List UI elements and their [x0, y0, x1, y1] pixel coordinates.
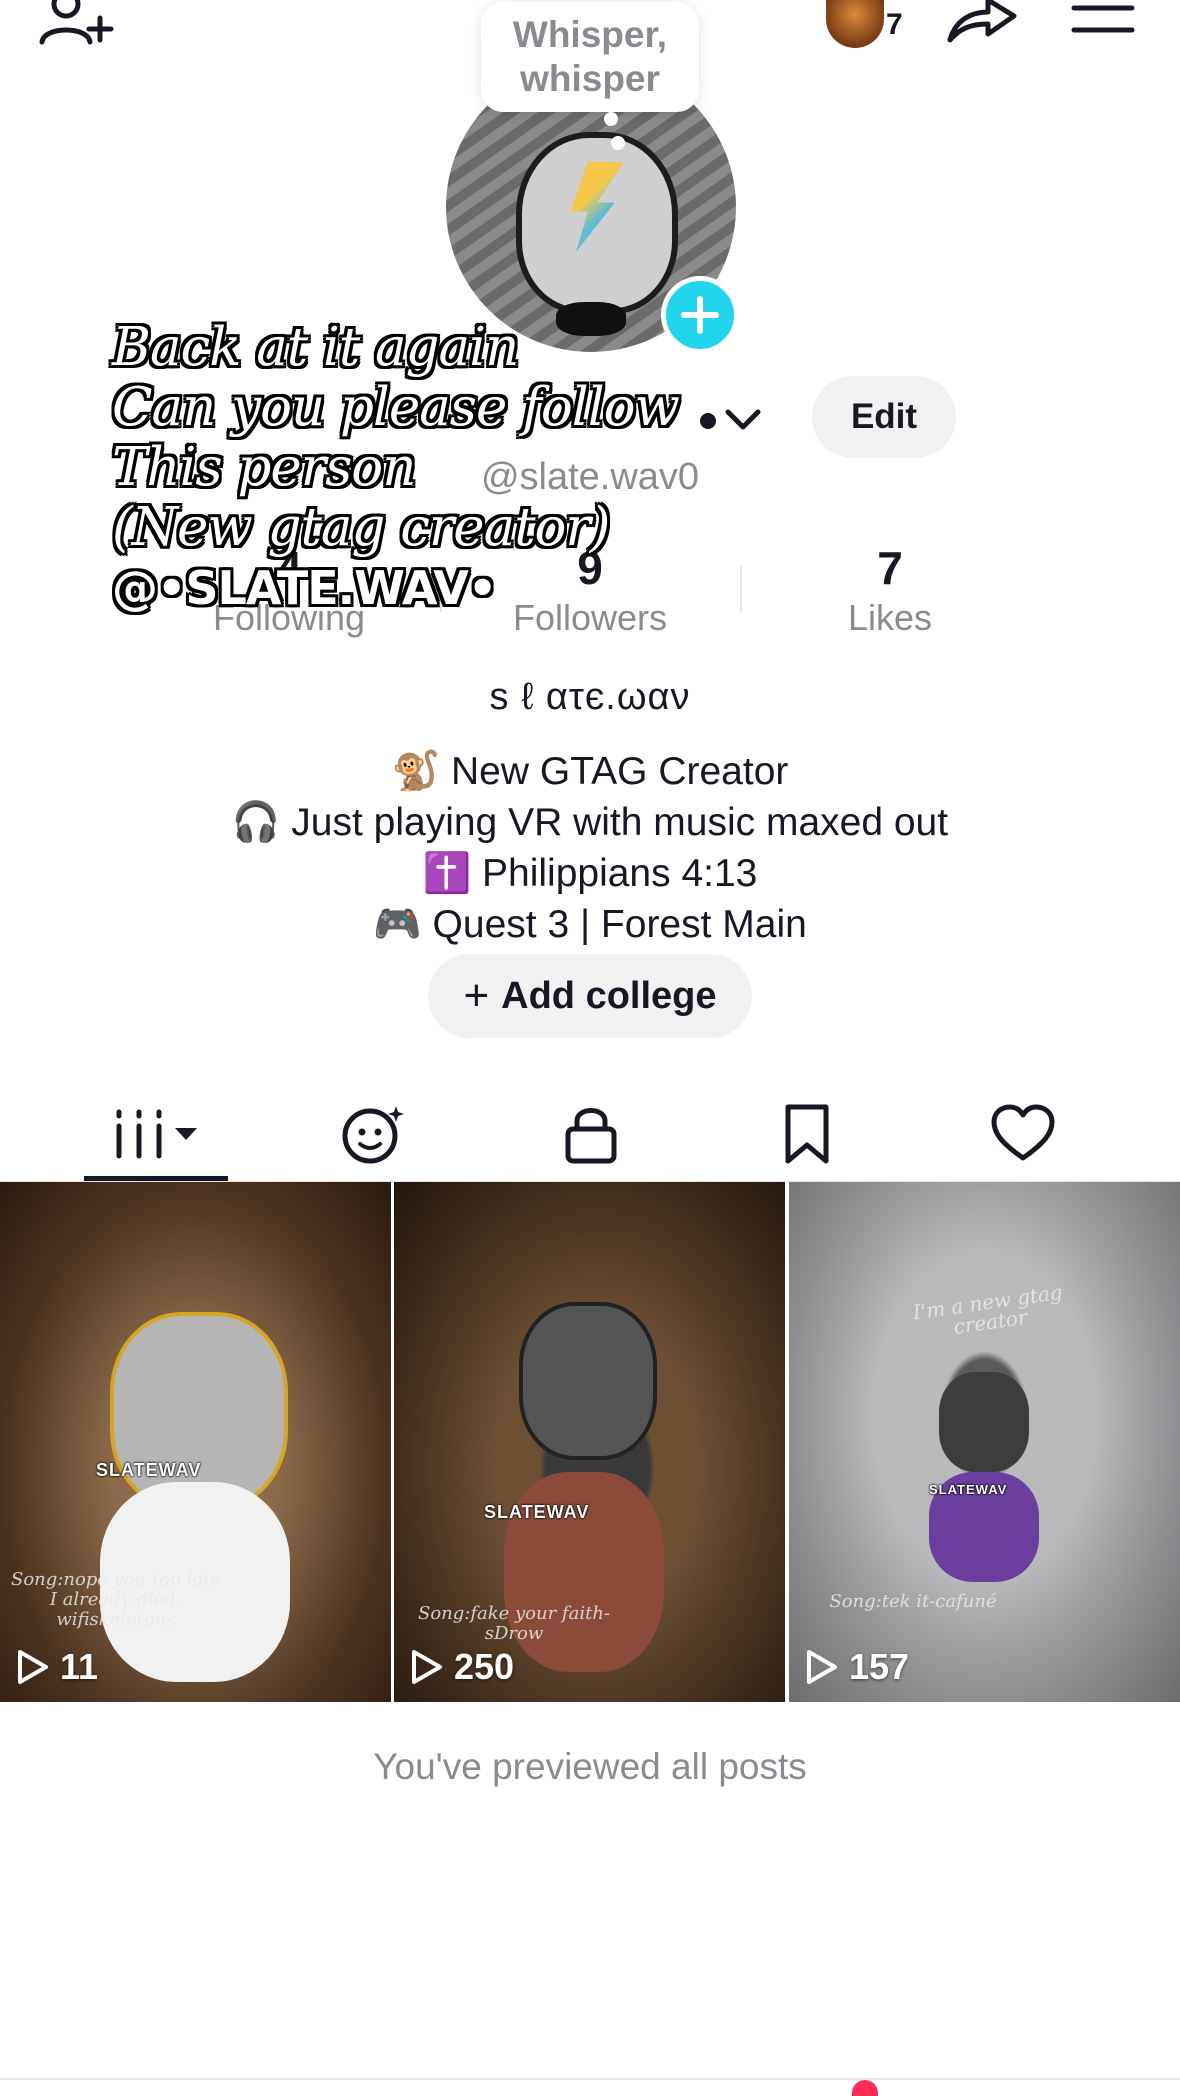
- likes-count: 7: [877, 542, 903, 594]
- friends-count: 7: [886, 8, 903, 41]
- overlay-line: (New gtag creator): [112, 497, 610, 558]
- speech-bubble-tail: [611, 136, 625, 150]
- add-user-icon: [39, 0, 114, 45]
- speech-bubble-tail: [604, 112, 618, 126]
- video-caption: Song:nope you too late I already died- w…: [11, 1569, 221, 1630]
- friends-activity-button[interactable]: 7: [822, 0, 912, 50]
- share-profile-button[interactable]: [942, 0, 1020, 48]
- tab-private[interactable]: [536, 1086, 646, 1182]
- tab-videos[interactable]: [84, 1086, 228, 1182]
- friend-avatar: [826, 0, 884, 48]
- previewed-all-posts-text: You've previewed all posts: [373, 1746, 807, 1787]
- bio-line: ✝️ Philippians 4:13: [422, 852, 758, 895]
- likes-stat[interactable]: 7 Likes: [740, 540, 1040, 640]
- menu-button[interactable]: [1068, 0, 1138, 48]
- video-name-tag: SLATEWAV: [484, 1502, 590, 1522]
- view-count-value: 250: [454, 1646, 515, 1687]
- video-caption: Song:fake your faith- sDrow: [417, 1603, 610, 1644]
- add-college-label: Add college: [501, 974, 717, 1017]
- heart-icon: [991, 1104, 1055, 1161]
- account-switch-button[interactable]: [722, 398, 764, 440]
- hamburger-menu-icon: [1071, 5, 1135, 33]
- video-thumbnail[interactable]: I'm a new gtag creator SLATEWAV Song:tek…: [789, 1182, 1180, 1702]
- video-thumbnail[interactable]: SLATEWAV Song:fake your faith- sDrow 250: [394, 1182, 785, 1702]
- play-icon: [807, 1650, 837, 1684]
- view-count: 250: [410, 1646, 514, 1688]
- view-count: 157: [805, 1646, 909, 1688]
- view-count-value: 11: [60, 1646, 99, 1687]
- play-icon: [412, 1650, 442, 1684]
- bio-line: 🐒 New GTAG Creator: [391, 750, 789, 793]
- name-separator-dot: [700, 413, 716, 429]
- bookmark-icon: [785, 1104, 829, 1164]
- add-college-button[interactable]: + Add college: [428, 954, 752, 1038]
- video-thumbnail[interactable]: SLATEWAV Song:nope you too late I alread…: [0, 1182, 391, 1702]
- video-caption: Song:tek it-cafuné: [829, 1591, 997, 1612]
- video-name-tag: SLATEWAV: [96, 1460, 202, 1480]
- video-name-tag: SLATEWAV: [929, 1482, 1008, 1497]
- bio-line: 🎮 Quest 3 | Forest Main: [373, 903, 807, 946]
- likes-label: Likes: [847, 597, 933, 638]
- video-title-text: I'm a new gtag creator: [911, 1279, 1064, 1339]
- view-count-value: 157: [849, 1646, 910, 1687]
- tab-saved[interactable]: [752, 1086, 862, 1182]
- overlay-handle: @•SLATE.WAV•: [112, 561, 497, 615]
- profile-nickname: s ℓ ατє.ωαν: [489, 676, 691, 718]
- overlay-caption: Back at it again Can you please follow T…: [112, 317, 680, 618]
- speech-bubble[interactable]: Whisper, whisper: [481, 2, 699, 112]
- video-character: [519, 1302, 657, 1460]
- repost-face-icon: [342, 1106, 404, 1164]
- grid-bars-icon: [116, 1109, 197, 1159]
- chevron-down-icon: [725, 409, 761, 430]
- add-friend-button[interactable]: [38, 0, 118, 48]
- bio-line: 🎧 Just playing VR with music maxed out: [231, 801, 949, 844]
- plus-icon: +: [463, 971, 490, 1020]
- plus-icon: [681, 296, 719, 334]
- overlay-line: Can you please follow: [112, 377, 680, 438]
- notification-dot: [852, 2080, 878, 2096]
- tab-liked[interactable]: [968, 1086, 1078, 1182]
- play-icon: [18, 1650, 48, 1684]
- lock-icon: [565, 1108, 617, 1164]
- view-count: 11: [16, 1646, 98, 1688]
- tab-reposts[interactable]: [320, 1086, 430, 1182]
- overlay-line: Back at it again: [112, 317, 519, 378]
- bottom-nav-divider: [0, 2078, 1180, 2080]
- video-character: [939, 1372, 1029, 1472]
- overlay-line: This person: [112, 437, 416, 498]
- share-arrow-icon: [947, 0, 1017, 43]
- edit-profile-button[interactable]: Edit: [812, 376, 956, 458]
